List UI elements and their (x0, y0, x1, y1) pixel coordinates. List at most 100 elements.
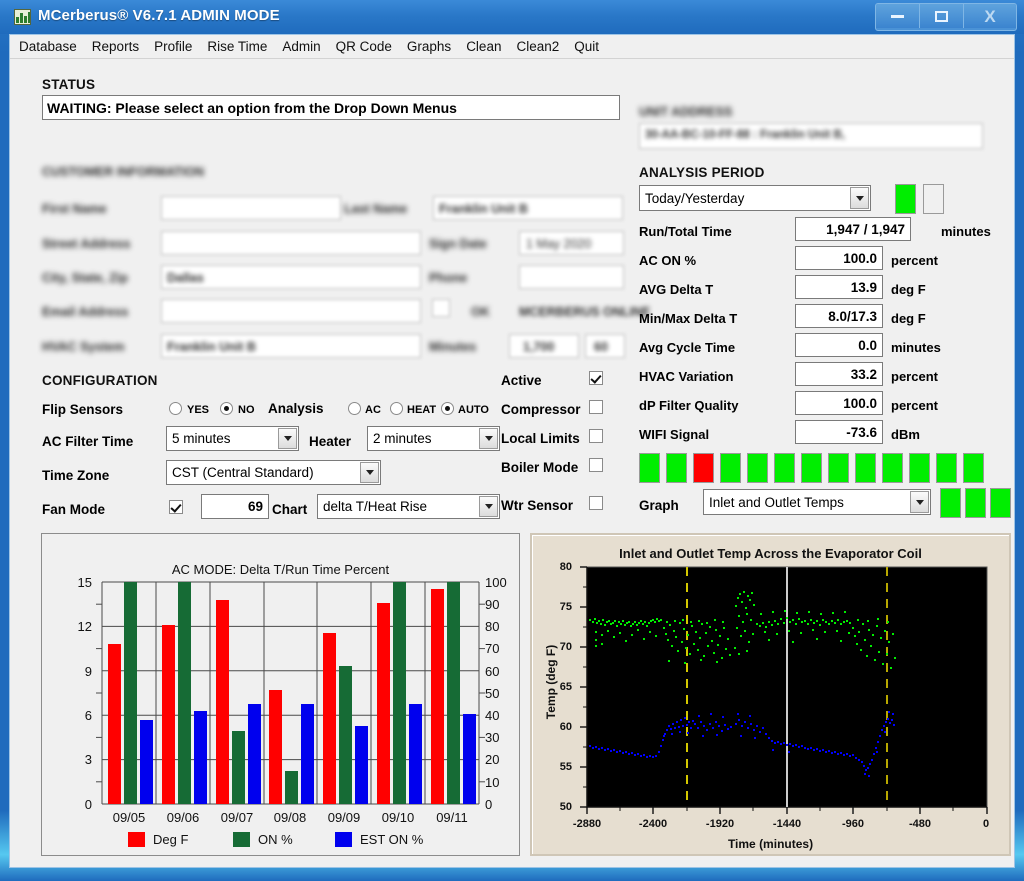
toggle-checkbox-boiler-mode[interactable] (589, 458, 603, 472)
chevron-down-icon[interactable] (479, 428, 498, 449)
metric-label-3: Min/Max Delta T (639, 311, 738, 326)
chevron-down-icon[interactable] (850, 187, 869, 209)
chevron-down-icon[interactable] (910, 491, 929, 513)
menu-item-quit[interactable]: Quit (574, 39, 599, 54)
flip-sensors-yes-radio[interactable] (169, 402, 182, 415)
bar-xtick-0: 09/05 (112, 810, 146, 825)
toggle-checkbox-local-limits[interactable] (589, 429, 603, 443)
email-address-field[interactable] (161, 299, 421, 323)
bar-legend-swatch-2 (335, 832, 352, 847)
phone-label: Phone (429, 271, 468, 285)
metric-unit-3: deg F (891, 311, 926, 326)
chevron-down-icon[interactable] (360, 462, 379, 483)
indicator-8 (855, 453, 876, 483)
bar-ytick-right-0: 0 (485, 797, 493, 812)
fan-mode-value-field[interactable]: 69 (201, 494, 269, 519)
menu-item-database[interactable]: Database (19, 39, 77, 54)
application-window: MCerberus® V6.7.1 ADMIN MODE X Database … (0, 0, 1024, 881)
bar-xtick-3: 09/08 (273, 810, 307, 825)
metric-label-0: Run/Total Time (639, 224, 732, 239)
analysis-auto-radio[interactable] (441, 402, 454, 415)
indicator-12 (963, 453, 984, 483)
bar-ytick-right-6: 60 (485, 664, 500, 679)
ac-filter-time-value: 5 minutes (172, 431, 231, 446)
flip-sensors-label: Flip Sensors (42, 402, 124, 417)
opt-checkbox[interactable] (432, 299, 450, 317)
street-address-field[interactable] (161, 231, 421, 255)
scatter-xtick-2: -1920 (705, 818, 735, 830)
toggle-label-local-limits: Local Limits (501, 431, 580, 446)
bar-ytick-left-0: 0 (84, 797, 92, 812)
toggle-checkbox-wtr-sensor[interactable] (589, 496, 603, 510)
indicator-6 (801, 453, 822, 483)
menu-item-clean2[interactable]: Clean2 (516, 39, 559, 54)
menu-item-graphs[interactable]: Graphs (407, 39, 451, 54)
scatter-chart-title: Inlet and Outlet Temp Across the Evapora… (619, 546, 922, 561)
street-address-label: Street Address (42, 237, 131, 251)
bar-xtick-1: 09/06 (166, 810, 200, 825)
chevron-down-icon[interactable] (479, 496, 498, 517)
chevron-down-icon[interactable] (278, 428, 297, 449)
bar-ytick-right-2: 20 (485, 752, 500, 767)
menu-item-qr-code[interactable]: QR Code (336, 39, 392, 54)
bar-ytick-left-3: 9 (84, 664, 92, 679)
sign-date-value: 1 May 2020 (526, 237, 592, 251)
menu-item-rise-time[interactable]: Rise Time (207, 39, 267, 54)
time-zone-select[interactable]: CST (Central Standard) (166, 460, 381, 485)
toggle-checkbox-active[interactable] (589, 371, 603, 385)
flip-sensors-no-radio[interactable] (220, 402, 233, 415)
analysis-heat-radio[interactable] (390, 402, 403, 415)
toggle-label-boiler-mode: Boiler Mode (501, 460, 579, 475)
bar-legend-label-0: Deg F (153, 832, 189, 847)
metric-value-5: 33.2 (795, 362, 883, 386)
close-button[interactable]: X (964, 4, 1016, 28)
minimize-icon (891, 14, 904, 18)
minimize-button[interactable] (876, 4, 920, 28)
customer-information-heading: CUSTOMER INFORMATION (42, 165, 205, 179)
minutes-value: 1,700 (523, 340, 555, 354)
phone-field[interactable] (519, 265, 624, 289)
scatter-chart-svg (580, 566, 988, 814)
bar-xtick-4: 09/09 (327, 810, 361, 825)
flip-sensors-yes-label: YES (187, 404, 210, 416)
graph-select-label: Graph (639, 498, 679, 513)
analysis-period-heading: ANALYSIS PERIOD (639, 165, 765, 180)
bar-ytick-left-5: 15 (77, 575, 92, 590)
menu-item-profile[interactable]: Profile (154, 39, 192, 54)
ac-filter-time-select[interactable]: 5 minutes (166, 426, 299, 451)
metric-unit-7: dBm (891, 427, 920, 442)
minutes-label: Minutes (429, 340, 477, 354)
time-zone-value: CST (Central Standard) (172, 465, 314, 480)
chart-select-value: delta T/Heat Rise (323, 499, 428, 514)
analysis-period-select[interactable]: Today/Yesterday (639, 185, 871, 211)
analysis-ac-radio[interactable] (348, 402, 361, 415)
menu-item-reports[interactable]: Reports (92, 39, 139, 54)
metric-unit-1: percent (891, 253, 938, 268)
chart-select[interactable]: delta T/Heat Rise (317, 494, 500, 519)
maximize-button[interactable] (920, 4, 964, 28)
status-message-field: WAITING: Please select an option from th… (42, 95, 620, 120)
indicator-7 (828, 453, 849, 483)
first-name-field[interactable] (161, 196, 341, 220)
menu-item-clean[interactable]: Clean (466, 39, 501, 54)
scatter-xtick-6: 0 (982, 818, 990, 830)
analysis-auto-label: AUTO (458, 404, 489, 416)
fan-mode-checkbox[interactable] (169, 500, 183, 514)
indicator-0 (639, 453, 660, 483)
menu-bar: Database Reports Profile Rise Time Admin… (10, 35, 1014, 59)
metric-label-7: WIFI Signal (639, 427, 710, 442)
heater-select[interactable]: 2 minutes (367, 426, 500, 451)
scatter-ytick-1: 55 (559, 761, 572, 773)
metric-label-6: dP Filter Quality (639, 398, 739, 413)
graph-indicator-1 (965, 488, 986, 518)
flip-sensors-no-label: NO (238, 404, 255, 416)
toggle-checkbox-compressor[interactable] (589, 400, 603, 414)
chart-select-label: Chart (272, 502, 308, 517)
graph-select[interactable]: Inlet and Outlet Temps (703, 489, 931, 515)
indicator-3 (720, 453, 741, 483)
close-icon: X (984, 6, 996, 26)
unit-address-heading: UNIT ADDRESS (639, 105, 733, 119)
opt-label: OK (471, 305, 490, 319)
menu-item-admin[interactable]: Admin (282, 39, 320, 54)
metric-label-2: AVG Delta T (639, 282, 714, 297)
